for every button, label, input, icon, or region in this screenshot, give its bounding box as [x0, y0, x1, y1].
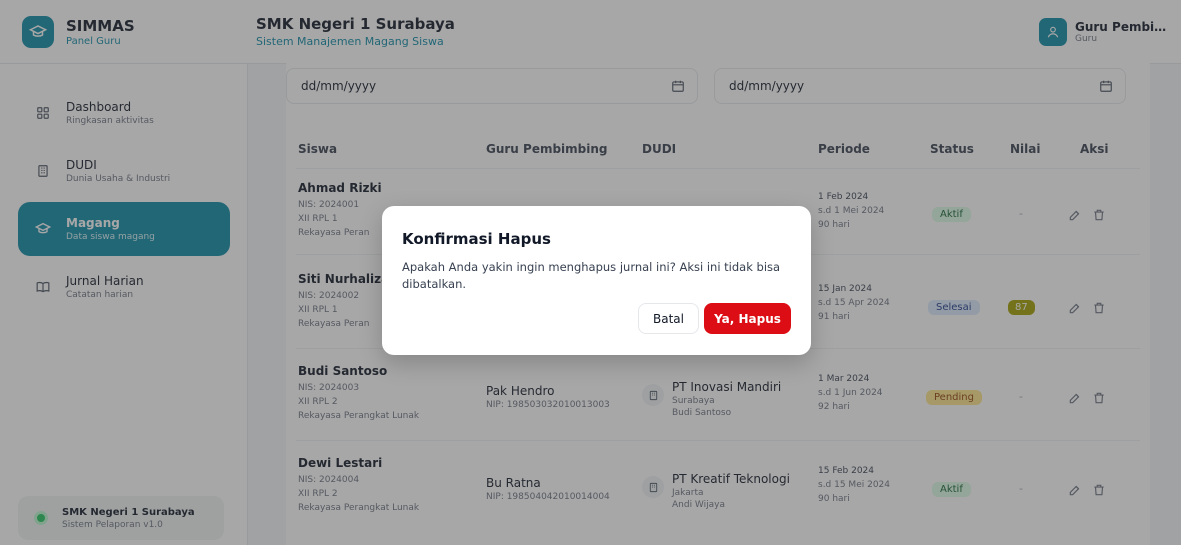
cancel-button[interactable]: Batal: [638, 303, 699, 334]
dialog-title: Konfirmasi Hapus: [402, 230, 551, 248]
dialog-message: Apakah Anda yakin ingin menghapus jurnal…: [402, 260, 781, 291]
delete-confirmation-dialog: Konfirmasi Hapus Apakah Anda yakin ingin…: [382, 206, 811, 355]
confirm-delete-button[interactable]: Ya, Hapus: [704, 303, 791, 334]
